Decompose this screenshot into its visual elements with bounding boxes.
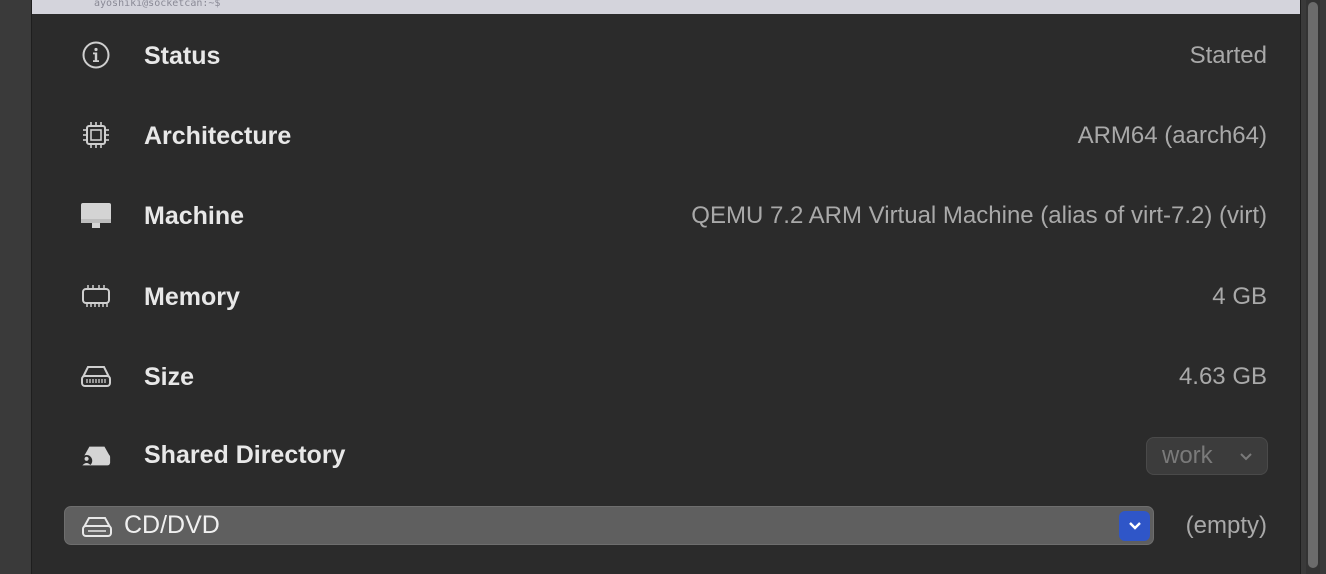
shared-directory-popup[interactable]: work: [1146, 437, 1268, 475]
memory-label: Memory: [144, 283, 240, 311]
machine-row: Machine QEMU 7.2 ARM Virtual Machine (al…: [32, 201, 1300, 261]
cd-dvd-dropdown[interactable]: CD/DVD: [64, 506, 1154, 545]
status-row: Status Started: [32, 41, 1300, 101]
hard-drive-icon: [80, 360, 112, 392]
memory-value: 4 GB: [1212, 283, 1267, 310]
left-window-edge: [0, 0, 32, 574]
info-circle-icon: [80, 39, 112, 71]
size-row: Size 4.63 GB: [32, 362, 1300, 422]
terminal-preview[interactable]: ayoshiki@socketcan:~$: [32, 0, 1300, 14]
scrollbar-thumb[interactable]: [1308, 2, 1318, 568]
cd-dvd-value: (empty): [1185, 512, 1267, 539]
display-monitor-icon: [80, 199, 112, 231]
cpu-chip-icon: [80, 119, 112, 151]
shared-directory-selected: work: [1162, 442, 1213, 469]
vm-details-panel: Status Started Architecture ARM64 (aarch…: [32, 14, 1300, 574]
size-label: Size: [144, 363, 195, 391]
shared-directory-label: Shared Directory: [144, 441, 346, 469]
machine-label: Machine: [144, 202, 245, 230]
memory-module-icon: [80, 280, 112, 312]
cd-dvd-chevron-button[interactable]: [1119, 511, 1150, 541]
architecture-label: Architecture: [144, 122, 292, 150]
size-value: 4.63 GB: [1178, 363, 1267, 390]
memory-row: Memory 4 GB: [32, 282, 1300, 342]
cd-dvd-label: CD/DVD: [124, 511, 220, 539]
chevron-down-icon: [1239, 449, 1253, 467]
architecture-value: ARM64 (aarch64): [1077, 122, 1267, 149]
status-label: Status: [144, 42, 221, 70]
optical-drive-icon: [81, 515, 113, 544]
shared-directory-row: Shared Directory work: [32, 437, 1300, 500]
machine-value: QEMU 7.2 ARM Virtual Machine (alias of v…: [691, 202, 1267, 229]
status-value: Started: [1189, 42, 1267, 69]
chevron-down-icon: [1128, 522, 1141, 530]
architecture-row: Architecture ARM64 (aarch64): [32, 121, 1300, 181]
terminal-prompt: ayoshiki@socketcan:~$: [94, 0, 221, 9]
shared-drive-icon: [80, 440, 112, 472]
